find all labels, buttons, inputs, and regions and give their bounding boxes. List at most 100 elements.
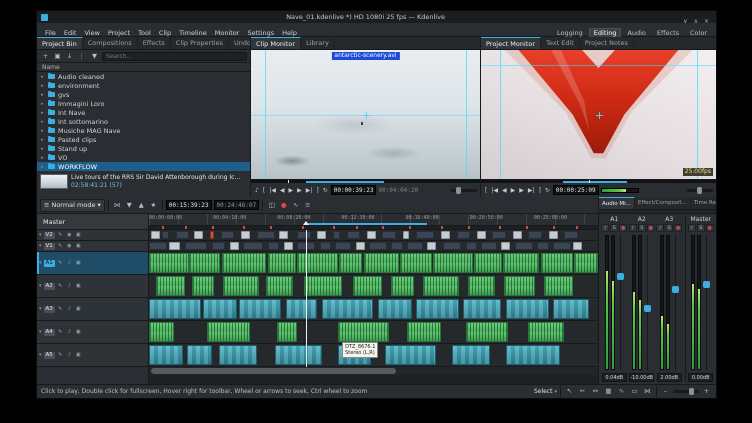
mute-track-icon[interactable]: ♪ bbox=[66, 260, 73, 266]
mute-track-icon[interactable]: ♪ bbox=[66, 306, 73, 312]
chevron-down-icon[interactable]: ▾ bbox=[39, 243, 42, 249]
timeline-clip[interactable] bbox=[385, 345, 437, 365]
chevron-down-icon[interactable]: ▾ bbox=[39, 260, 42, 266]
timeline-clip[interactable] bbox=[423, 276, 459, 296]
timeline-clip[interactable] bbox=[474, 253, 502, 273]
timeline-clip[interactable] bbox=[443, 242, 461, 250]
project-monitor-video[interactable]: 25.00fps bbox=[481, 50, 716, 179]
bin-folder-int-sottomarino[interactable]: ▸Int sottomarino bbox=[37, 117, 250, 126]
timeline-clip[interactable] bbox=[275, 345, 322, 365]
skip-forward-icon[interactable]: ▶| bbox=[527, 187, 536, 194]
create-folder-icon[interactable]: ▣ bbox=[52, 51, 63, 62]
timeline-clip[interactable] bbox=[574, 253, 598, 273]
gain-value[interactable]: 2.00dB bbox=[657, 373, 682, 382]
timeline-clip[interactable] bbox=[277, 322, 297, 342]
timeline-clip[interactable] bbox=[466, 242, 477, 250]
timeline-clip[interactable] bbox=[317, 231, 326, 239]
chevron-down-icon[interactable]: ▾ bbox=[39, 306, 42, 312]
timeline-marker[interactable] bbox=[576, 226, 578, 229]
mute-button[interactable]: ♪ bbox=[601, 224, 609, 232]
bin-folder-pasted-clips[interactable]: ▸Pasted clips bbox=[37, 135, 250, 144]
zone-out-icon[interactable]: ] bbox=[538, 187, 542, 194]
loop-icon[interactable]: ↻ bbox=[322, 187, 329, 194]
timeline-clip[interactable] bbox=[297, 231, 310, 239]
master-track-button[interactable]: Master bbox=[37, 214, 148, 230]
edit-icon[interactable]: ✎ bbox=[57, 329, 64, 335]
timeline-clip[interactable] bbox=[286, 299, 317, 319]
skip-backward-icon[interactable]: |◀ bbox=[268, 187, 277, 194]
volume-fader[interactable] bbox=[617, 235, 624, 370]
bin-folder-stand-up[interactable]: ▸Stand up bbox=[37, 144, 250, 153]
timeline-clip[interactable] bbox=[169, 242, 180, 250]
bin-folder-int-nave[interactable]: ▸Int Nave bbox=[37, 108, 250, 117]
timeline-clip[interactable] bbox=[210, 231, 214, 239]
volume-fader[interactable] bbox=[644, 235, 651, 370]
timeline-marker[interactable] bbox=[409, 226, 411, 229]
timeline-clip[interactable] bbox=[506, 345, 560, 365]
frame-forward-icon[interactable]: ▶ bbox=[296, 187, 303, 194]
insert-zone-icon[interactable]: ▼ bbox=[124, 200, 135, 211]
timeline-marker[interactable] bbox=[382, 226, 384, 229]
tab-text-edit[interactable]: Text Edit bbox=[541, 37, 580, 49]
timeline-clip[interactable] bbox=[162, 231, 169, 239]
hide-track-icon[interactable]: ◉ bbox=[66, 243, 73, 249]
monitor-zoom-slider[interactable] bbox=[687, 189, 713, 192]
tab-effect-composit[interactable]: Effect/Composit... bbox=[635, 197, 691, 209]
timeline-clip[interactable] bbox=[353, 276, 382, 296]
timeline-clip[interactable] bbox=[407, 322, 441, 342]
lock-track-icon[interactable]: ▣ bbox=[75, 306, 82, 312]
timeline-settings-icon[interactable]: ≡ bbox=[302, 200, 313, 211]
timeline-clip[interactable] bbox=[369, 242, 387, 250]
record-button[interactable]: ● bbox=[647, 224, 655, 232]
edit-mode-select[interactable]: ≡ Normal mode ▾ bbox=[40, 199, 105, 212]
timeline-clip[interactable] bbox=[407, 242, 423, 250]
timeline-clip[interactable] bbox=[382, 231, 395, 239]
edit-icon[interactable]: ✎ bbox=[57, 283, 64, 289]
timeline-clip[interactable] bbox=[207, 322, 250, 342]
clip-monitor-video[interactable]: antarctic-scenery.avi bbox=[251, 50, 480, 179]
zone-bar[interactable] bbox=[306, 181, 384, 183]
spacer-tool-icon[interactable]: ↔ bbox=[590, 386, 601, 397]
timeline-clip[interactable] bbox=[501, 242, 510, 250]
download-resource-icon[interactable]: ↓ bbox=[64, 51, 75, 62]
play-icon[interactable]: ▶ bbox=[510, 187, 517, 194]
timeline-clip[interactable] bbox=[243, 242, 263, 250]
timeline-clip[interactable] bbox=[452, 345, 490, 365]
mute-button[interactable]: ♪ bbox=[656, 224, 664, 232]
timeline-clip[interactable] bbox=[149, 253, 189, 273]
timeline-clip[interactable] bbox=[192, 276, 214, 296]
timeline-clip[interactable] bbox=[391, 242, 402, 250]
timeline-marker[interactable] bbox=[162, 226, 164, 229]
snap-icon[interactable]: ⋈ bbox=[642, 386, 653, 397]
timeline-clip[interactable] bbox=[230, 242, 239, 250]
timeline-clip[interactable] bbox=[468, 276, 495, 296]
timeline-clip[interactable] bbox=[194, 231, 203, 239]
tab-undo-history[interactable]: Undo History bbox=[229, 37, 250, 49]
audio-monitor-icon[interactable]: ♪ bbox=[254, 187, 260, 194]
lock-track-icon[interactable]: ▣ bbox=[75, 260, 82, 266]
bin-clip-item[interactable]: Live tours of the RRS Sir David Attenbor… bbox=[37, 171, 250, 191]
show-video-thumbnails-icon[interactable]: ▦ bbox=[603, 386, 614, 397]
playhead-marker[interactable] bbox=[303, 221, 309, 225]
timeline-clip[interactable] bbox=[477, 231, 486, 239]
timeline-clip[interactable] bbox=[189, 253, 220, 273]
tab-clip-monitor[interactable]: Clip Monitor bbox=[251, 37, 301, 49]
bin-folder-workflow[interactable]: ▸WORKFLOW bbox=[37, 162, 250, 171]
mute-track-icon[interactable]: ♪ bbox=[66, 329, 73, 335]
solo-button[interactable]: S bbox=[610, 224, 618, 232]
timeline-ruler[interactable]: 00:00:00:0000:04:10:0000:08:20:0000:12:3… bbox=[149, 214, 598, 226]
play-icon[interactable]: ▶ bbox=[287, 187, 294, 194]
timeline-clip[interactable] bbox=[257, 231, 275, 239]
timeline-clip[interactable] bbox=[221, 231, 234, 239]
timeline-clip[interactable] bbox=[544, 276, 573, 296]
frame-back-icon[interactable]: ◀ bbox=[501, 187, 508, 194]
tab-compositions[interactable]: Compositions bbox=[83, 37, 138, 49]
timeline-marker[interactable] bbox=[302, 226, 304, 229]
edit-icon[interactable]: ✎ bbox=[57, 243, 64, 249]
timeline-clip[interactable] bbox=[347, 231, 360, 239]
timeline-clip[interactable] bbox=[564, 231, 577, 239]
tab-effects[interactable]: Effects bbox=[138, 37, 171, 49]
mute-button[interactable]: ♪ bbox=[629, 224, 637, 232]
chevron-down-icon[interactable]: ▾ bbox=[554, 389, 557, 395]
edit-icon[interactable]: ✎ bbox=[57, 232, 64, 238]
